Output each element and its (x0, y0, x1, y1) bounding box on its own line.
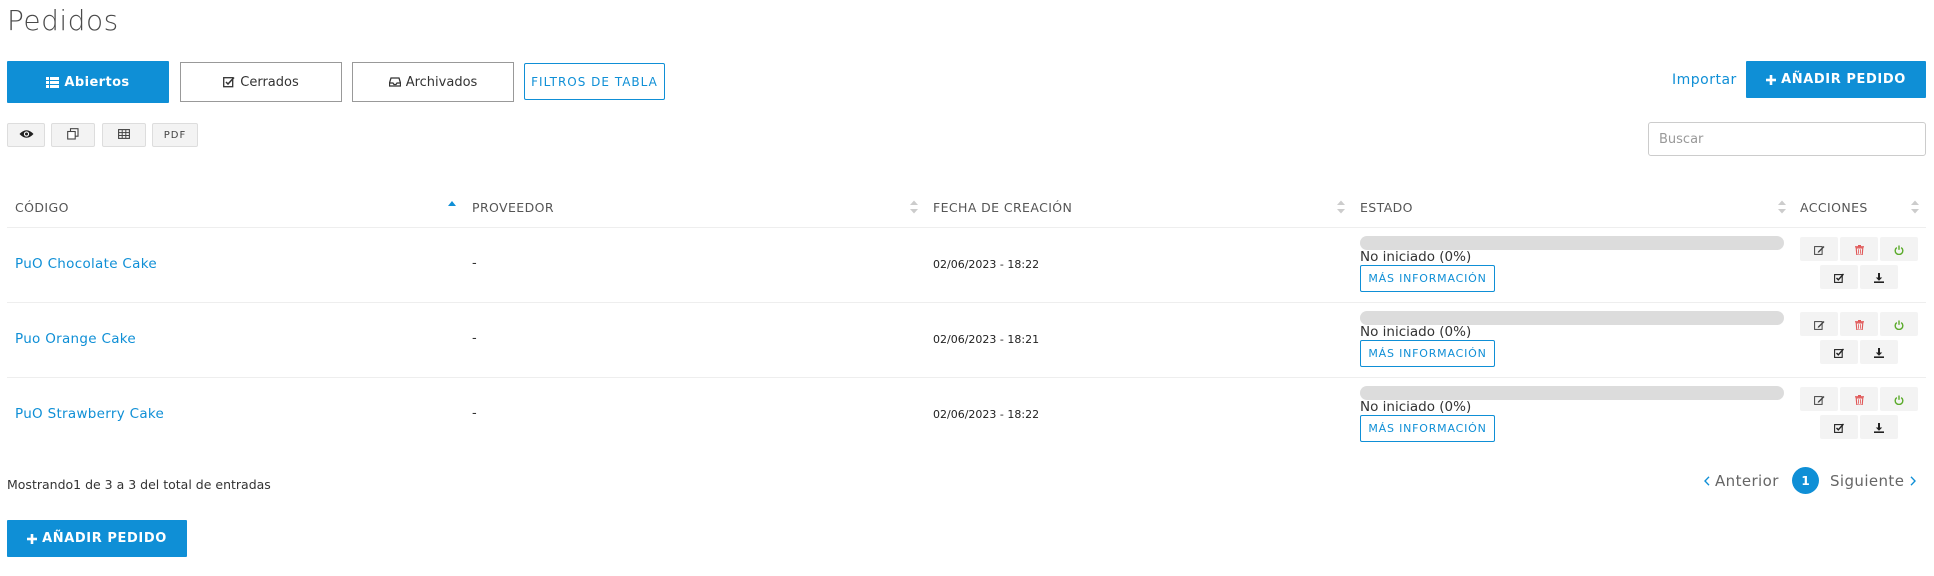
provider-cell: - (472, 256, 477, 271)
copy-icon (67, 127, 79, 143)
tab-abiertos[interactable]: Abiertos (7, 61, 169, 103)
created-date-cell: 02/06/2023 - 18:22 (933, 258, 1040, 271)
close-order-button[interactable] (1820, 415, 1858, 439)
progress-bar (1360, 236, 1784, 250)
header-divider (7, 227, 1926, 228)
download-icon (1874, 268, 1884, 287)
order-code-link[interactable]: PuO Chocolate Cake (15, 256, 157, 272)
inbox-icon (388, 77, 401, 87)
tab-label: Archivados (405, 74, 478, 90)
more-info-button[interactable]: MÁS INFORMACIÓN (1360, 265, 1495, 292)
edit-button[interactable] (1800, 237, 1838, 261)
close-order-button[interactable] (1820, 265, 1858, 289)
sort-icon[interactable] (1911, 199, 1919, 215)
trash-icon (1854, 390, 1864, 409)
edit-button[interactable] (1800, 387, 1838, 411)
sort-icon[interactable] (1337, 199, 1345, 215)
edit-icon (1813, 390, 1825, 409)
download-button[interactable] (1860, 340, 1898, 364)
order-code-link[interactable]: PuO Strawberry Cake (15, 406, 164, 422)
edit-button[interactable] (1800, 312, 1838, 336)
delete-button[interactable] (1840, 312, 1878, 336)
plus-icon (1766, 74, 1777, 85)
download-icon (1874, 343, 1884, 362)
close-order-button[interactable] (1820, 340, 1858, 364)
plus-icon (27, 533, 38, 544)
download-button[interactable] (1860, 415, 1898, 439)
power-icon (1894, 315, 1904, 334)
download-button[interactable] (1860, 265, 1898, 289)
export-pdf-button[interactable]: PDF (152, 123, 198, 147)
created-date-cell: 02/06/2023 - 18:22 (933, 408, 1040, 421)
download-icon (1874, 418, 1884, 437)
search-input[interactable] (1648, 122, 1926, 156)
sort-asc-icon[interactable] (448, 199, 456, 215)
chevron-left-icon (1704, 476, 1710, 486)
add-order-label: AÑADIR PEDIDO (1781, 72, 1906, 87)
list-icon (46, 76, 60, 88)
toggle-columns-button[interactable] (7, 123, 45, 147)
status-text: No iniciado (0%) (1360, 324, 1472, 340)
tab-label: Cerrados (240, 74, 299, 90)
power-icon (1894, 240, 1904, 259)
tab-cerrados[interactable]: Cerrados (180, 62, 342, 102)
row-divider (7, 377, 1926, 378)
export-csv-button[interactable] (102, 123, 146, 147)
sort-icon[interactable] (1778, 199, 1786, 215)
add-order-button-bottom[interactable]: AÑADIR PEDIDO (7, 520, 187, 557)
add-order-button-top[interactable]: AÑADIR PEDIDO (1746, 61, 1926, 98)
table-icon (118, 128, 130, 142)
edit-icon (1813, 315, 1825, 334)
eye-icon (19, 129, 34, 142)
status-text: No iniciado (0%) (1360, 249, 1472, 265)
column-header-actions: ACCIONES (1800, 200, 1868, 215)
tab-label: Abiertos (64, 74, 130, 90)
table-info-text: Mostrando1 de 3 a 3 del total de entrada… (7, 477, 271, 492)
copy-button[interactable] (51, 123, 95, 147)
table-filters-button[interactable]: FILTROS DE TABLA (524, 63, 665, 100)
activate-button[interactable] (1880, 387, 1918, 411)
status-text: No iniciado (0%) (1360, 399, 1472, 415)
import-link[interactable]: Importar (1672, 72, 1737, 88)
pagination-previous-label: Anterior (1715, 472, 1779, 490)
pagination-page-current[interactable]: 1 (1792, 467, 1819, 494)
trash-icon (1854, 315, 1864, 334)
provider-cell: - (472, 331, 477, 346)
created-date-cell: 02/06/2023 - 18:21 (933, 333, 1040, 346)
chevron-right-icon (1910, 476, 1917, 486)
provider-cell: - (472, 406, 477, 421)
column-header-status[interactable]: ESTADO (1360, 200, 1413, 215)
pagination-next[interactable]: Siguiente (1830, 472, 1917, 490)
progress-bar (1360, 386, 1784, 400)
activate-button[interactable] (1880, 312, 1918, 336)
check-square-icon (223, 76, 235, 88)
column-header-created[interactable]: FECHA DE CREACIÓN (933, 200, 1072, 215)
edit-icon (1813, 240, 1825, 259)
activate-button[interactable] (1880, 237, 1918, 261)
delete-button[interactable] (1840, 387, 1878, 411)
delete-button[interactable] (1840, 237, 1878, 261)
more-info-button[interactable]: MÁS INFORMACIÓN (1360, 340, 1495, 367)
pagination-next-label: Siguiente (1830, 472, 1905, 490)
check-square-icon (1834, 418, 1845, 437)
page-title: Pedidos (7, 4, 119, 37)
progress-bar (1360, 311, 1784, 325)
column-header-code[interactable]: CÓDIGO (15, 200, 69, 215)
power-icon (1894, 390, 1904, 409)
sort-icon[interactable] (910, 199, 918, 215)
column-header-provider[interactable]: PROVEEDOR (472, 200, 554, 215)
check-square-icon (1834, 268, 1845, 287)
add-order-label: AÑADIR PEDIDO (42, 531, 167, 546)
more-info-button[interactable]: MÁS INFORMACIÓN (1360, 415, 1495, 442)
order-code-link[interactable]: Puo Orange Cake (15, 331, 136, 347)
row-divider (7, 302, 1926, 303)
check-square-icon (1834, 343, 1845, 362)
trash-icon (1854, 240, 1864, 259)
pagination-previous[interactable]: Anterior (1704, 472, 1779, 490)
tab-archivados[interactable]: Archivados (352, 62, 514, 102)
